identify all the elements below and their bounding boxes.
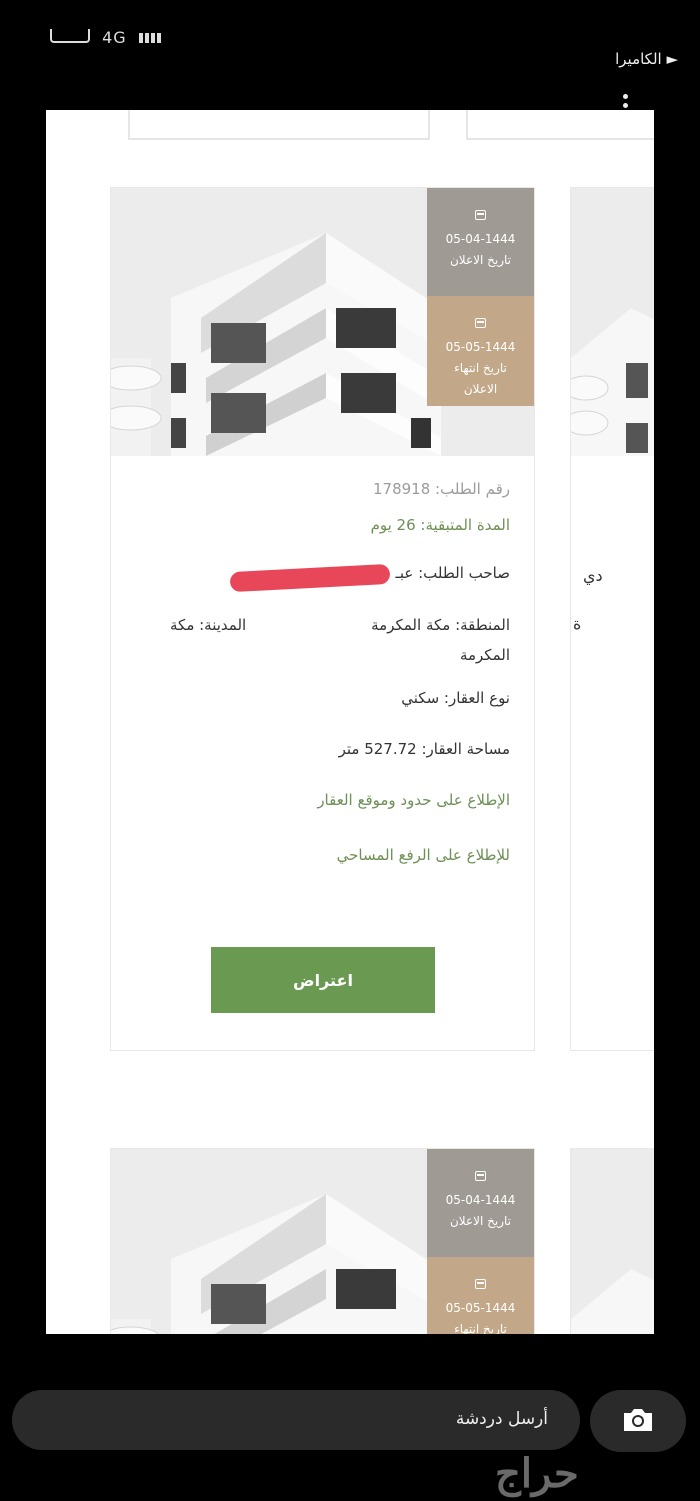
request-owner: صاحب الطلب: عبـ <box>395 564 510 582</box>
calendar-icon <box>475 1171 486 1181</box>
city: المدينة: مكة <box>170 616 247 634</box>
expiry-label-2: الاعلان <box>463 382 498 396</box>
network-label: 4G <box>102 28 127 47</box>
property-type: نوع العقار: سكني <box>401 689 510 707</box>
calendar-icon <box>475 1279 486 1289</box>
remaining-duration: المدة المتبقية: 26 يوم <box>370 516 510 534</box>
expiry-label: تاريخ انتهاء <box>454 1322 507 1334</box>
haraj-watermark: حراج <box>495 1450 581 1497</box>
previous-card-edge <box>128 110 430 140</box>
object-button[interactable]: اعتراض <box>211 947 435 1013</box>
expiry-date: 05-05-1444 <box>445 1301 516 1315</box>
property-area: مساحة العقار: 527.72 متر <box>338 740 510 758</box>
chat-input[interactable]: أرسل دردشة <box>12 1390 580 1450</box>
calendar-icon <box>475 318 486 328</box>
survey-link[interactable]: للإطلاع على الرفع المساحي <box>337 846 510 864</box>
redaction-mark <box>229 563 391 593</box>
region-fragment: ة <box>573 614 582 633</box>
camera-icon <box>624 1409 652 1431</box>
request-number: رقم الطلب: 178918 <box>373 480 510 498</box>
boundaries-link[interactable]: الإطلاع على حدود وموقع العقار <box>317 791 510 809</box>
expiry-date: 05-05-1444 <box>445 340 516 354</box>
previous-card-edge <box>466 110 654 140</box>
expiry-label: تاريخ انتهاء <box>454 361 507 375</box>
building-photo <box>571 188 654 456</box>
expiry-date-box: 05-05-1444 تاريخ انتهاء <box>427 1257 534 1334</box>
next-listing-card: دي ة <box>570 187 654 1051</box>
calendar-icon <box>475 210 486 220</box>
announce-label: تاريخ الاعلان <box>449 253 511 267</box>
region: المنطقة: مكة المكرمة <box>371 616 510 634</box>
signal-icon <box>138 28 163 47</box>
chat-placeholder: أرسل دردشة <box>455 1409 548 1429</box>
sim-icon <box>50 29 90 43</box>
owner-fragment: دي <box>583 566 603 585</box>
announce-date-box: 05-04-1444 تاريخ الاعلان <box>427 1149 534 1257</box>
announce-label: تاريخ الاعلان <box>449 1214 511 1228</box>
next-listing-card-2 <box>570 1148 654 1334</box>
announce-date: 05-04-1444 <box>445 1193 516 1207</box>
screenshot-viewport: 05-04-1444 تاريخ الاعلان 05-05-1444 تاري… <box>46 110 654 1334</box>
camera-button[interactable] <box>590 1390 686 1452</box>
announce-date: 05-04-1444 <box>445 232 516 246</box>
listing-card-2: 05-04-1444 تاريخ الاعلان 05-05-1444 تاري… <box>110 1148 535 1334</box>
announce-date-box: 05-04-1444 تاريخ الاعلان <box>427 188 534 296</box>
building-photo <box>571 1149 654 1334</box>
expiry-date-box: 05-05-1444 تاريخ انتهاء الاعلان <box>427 296 534 406</box>
listing-card: 05-04-1444 تاريخ الاعلان 05-05-1444 تاري… <box>110 187 535 1051</box>
region-city: المنطقة: مكة المكرمة المدينة: مكة المكرم… <box>170 610 510 670</box>
status-bar: 4G <box>50 28 163 47</box>
city-continued: المكرمة <box>459 646 510 664</box>
camera-back-link[interactable]: ► الكاميرا <box>615 50 678 68</box>
